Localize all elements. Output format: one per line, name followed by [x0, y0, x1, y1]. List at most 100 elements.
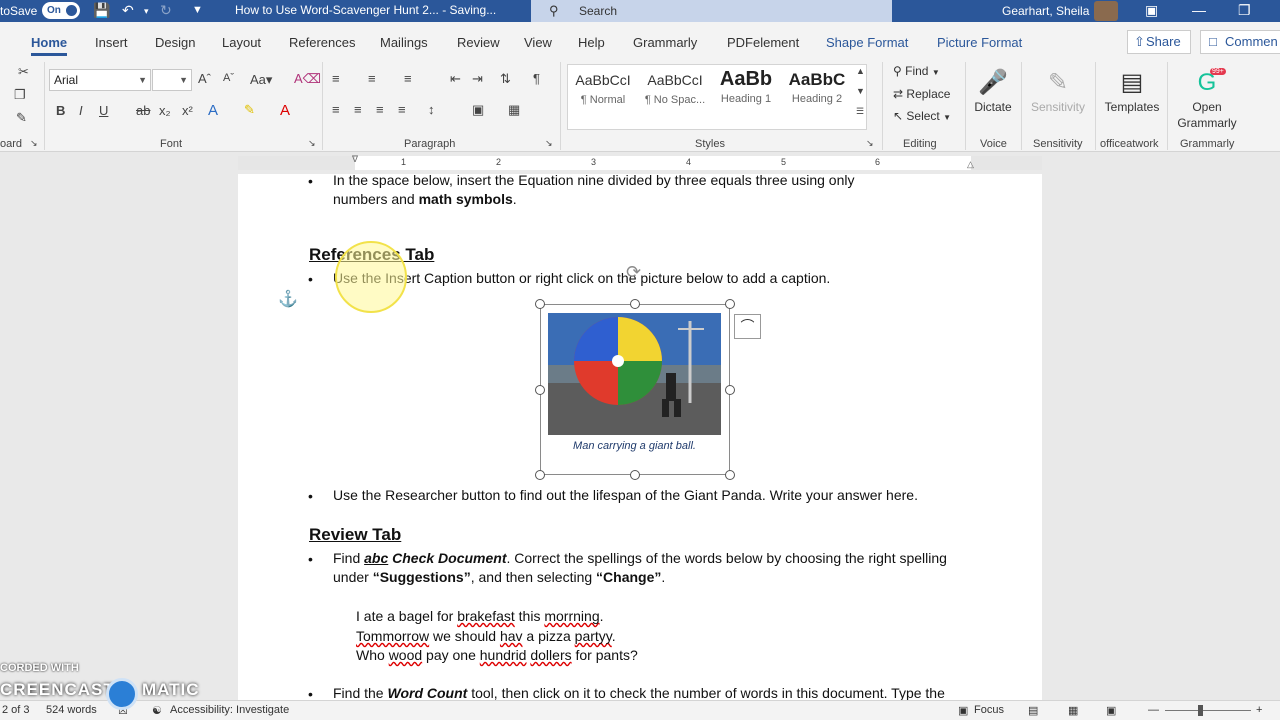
spelling-sentence[interactable]: I ate a bagel for brakefast this morrnin…: [356, 608, 604, 624]
focus-button[interactable]: Focus: [974, 704, 1004, 716]
strikethrough-button[interactable]: ab: [136, 103, 150, 118]
resize-handle[interactable]: [535, 299, 545, 309]
indent-marker-icon[interactable]: ∇: [352, 154, 358, 165]
tab-view[interactable]: View: [524, 35, 552, 50]
tab-design[interactable]: Design: [155, 35, 195, 50]
copy-icon[interactable]: ❐: [14, 87, 26, 103]
save-icon[interactable]: 💾: [93, 2, 110, 19]
numbering-icon[interactable]: ≡: [368, 71, 376, 86]
align-center-icon[interactable]: ≡: [354, 102, 362, 117]
open-grammarly-button[interactable]: G 99+ Open Grammarly: [1175, 66, 1239, 130]
picture-caption[interactable]: Man carrying a giant ball.: [548, 440, 721, 452]
paragraph-check-document[interactable]: Find abc Check Document. Correct the spe…: [333, 549, 947, 587]
styles-launcher-icon[interactable]: ↘: [866, 138, 874, 149]
zoom-slider[interactable]: [1165, 710, 1251, 711]
resize-handle[interactable]: [535, 385, 545, 395]
tab-shape-format[interactable]: Shape Format: [826, 35, 908, 50]
tab-references[interactable]: References: [289, 35, 355, 50]
paragraph-researcher[interactable]: Use the Researcher button to find out th…: [333, 486, 918, 505]
document-title[interactable]: How to Use Word-Scavenger Hunt 2... - Sa…: [235, 3, 496, 17]
rotate-handle-icon[interactable]: ⟳: [626, 262, 641, 283]
subscript-button[interactable]: x₂: [159, 103, 171, 118]
font-launcher-icon[interactable]: ↘: [308, 138, 316, 149]
ribbon-display-icon[interactable]: ▣: [1145, 2, 1158, 19]
styles-scroll-up-icon[interactable]: ▲: [856, 66, 865, 76]
resize-handle[interactable]: [535, 470, 545, 480]
sensitivity-button[interactable]: ✎ Sensitivity: [1027, 66, 1089, 114]
superscript-button[interactable]: x²: [182, 103, 193, 118]
cut-icon[interactable]: ✂: [18, 64, 29, 80]
tab-layout[interactable]: Layout: [222, 35, 261, 50]
paragraph-launcher-icon[interactable]: ↘: [545, 138, 553, 149]
heading-review-tab[interactable]: Review Tab: [309, 525, 401, 545]
misspelled-word[interactable]: partyy: [575, 628, 612, 644]
italic-button[interactable]: I: [79, 103, 83, 118]
comments-button[interactable]: □ Commen: [1200, 30, 1280, 54]
customize-toolbar-icon[interactable]: ▼: [192, 4, 203, 16]
change-case-icon[interactable]: Aa▾: [250, 72, 272, 88]
align-left-icon[interactable]: ≡: [332, 102, 340, 117]
align-right-icon[interactable]: ≡: [376, 102, 384, 117]
misspelled-word[interactable]: hav: [500, 628, 523, 644]
font-name-box[interactable]: Arial ▼: [49, 69, 151, 91]
zoom-slider-thumb[interactable]: [1198, 705, 1203, 716]
misspelled-word[interactable]: wood: [389, 647, 422, 663]
styles-more-icon[interactable]: ☰: [856, 106, 864, 117]
resize-handle[interactable]: [630, 470, 640, 480]
tab-home[interactable]: Home: [31, 35, 68, 56]
templates-button[interactable]: ▤ Templates: [1101, 66, 1163, 114]
tab-grammarly[interactable]: Grammarly: [633, 35, 697, 50]
print-layout-icon[interactable]: ▦: [1068, 704, 1078, 717]
undo-dropdown-icon[interactable]: ▾: [144, 6, 149, 17]
find-button[interactable]: ⚲ Find ▼: [893, 64, 940, 78]
read-mode-icon[interactable]: ▤: [1028, 704, 1038, 717]
share-button[interactable]: ⇧ Share: [1127, 30, 1191, 54]
tab-help[interactable]: Help: [578, 35, 605, 50]
show-formatting-icon[interactable]: ¶: [533, 71, 540, 86]
web-layout-icon[interactable]: ▣: [1106, 704, 1116, 717]
shrink-font-icon[interactable]: Aˇ: [223, 72, 234, 84]
styles-scroll-down-icon[interactable]: ▼: [856, 86, 865, 96]
right-indent-marker-icon[interactable]: △: [967, 159, 974, 170]
anchor-icon[interactable]: ⚓: [278, 289, 298, 309]
zoom-in-icon[interactable]: +: [1256, 704, 1262, 716]
tab-picture-format[interactable]: Picture Format: [937, 35, 1022, 50]
resize-handle[interactable]: [630, 299, 640, 309]
paragraph-caption-instruction[interactable]: Use the Insert Caption button or right c…: [333, 269, 830, 288]
text-effects-icon[interactable]: A: [208, 102, 218, 119]
dictate-button[interactable]: 🎤 Dictate: [973, 66, 1013, 114]
shading-icon[interactable]: ▣: [472, 102, 484, 118]
tab-insert[interactable]: Insert: [95, 35, 128, 50]
font-size-box[interactable]: ▼: [152, 69, 192, 91]
avatar[interactable]: [1094, 1, 1118, 21]
replace-button[interactable]: ⇄ Replace: [893, 87, 950, 101]
justify-icon[interactable]: ≡: [398, 102, 406, 117]
clipboard-launcher-icon[interactable]: ↘: [30, 138, 38, 149]
misspelled-word[interactable]: hundrid: [480, 647, 527, 663]
bullets-icon[interactable]: ≡: [332, 71, 340, 86]
paragraph-equation[interactable]: In the space below, insert the Equation …: [333, 174, 854, 209]
autosave-toggle[interactable]: On: [42, 2, 80, 19]
spelling-sentence[interactable]: Who wood pay one hundrid dollers for pan…: [356, 647, 638, 663]
redo-icon[interactable]: ↻: [160, 2, 172, 19]
search-box[interactable]: ⚲ Search: [531, 0, 892, 22]
misspelled-word[interactable]: Tommorrow: [356, 628, 429, 644]
resize-handle[interactable]: [725, 385, 735, 395]
tab-pdfelement[interactable]: PDFelement: [727, 35, 799, 50]
spelling-sentence[interactable]: Tommorrow we should hav a pizza partyy.: [356, 628, 616, 644]
zoom-out-icon[interactable]: —: [1148, 704, 1159, 716]
paragraph-word-count[interactable]: Find the Word Count tool, then click on …: [333, 684, 945, 700]
misspelled-word[interactable]: morrning: [544, 608, 599, 624]
restore-icon[interactable]: ❐: [1238, 2, 1251, 19]
misspelled-word[interactable]: brakefast: [457, 608, 515, 624]
user-name[interactable]: Gearhart, Sheila: [1002, 4, 1089, 18]
multilevel-list-icon[interactable]: ≡: [404, 71, 412, 86]
undo-icon[interactable]: ↶: [122, 2, 134, 19]
format-painter-icon[interactable]: ✎: [16, 110, 27, 126]
horizontal-ruler[interactable]: 1 2 3 4 5 6 ∇ △: [238, 154, 1042, 170]
style-normal[interactable]: AaBbCcI ¶ Normal: [568, 72, 638, 106]
layout-options-icon[interactable]: ⌒: [734, 314, 761, 339]
resize-handle[interactable]: [725, 470, 735, 480]
clear-formatting-icon[interactable]: A⌫: [294, 71, 321, 87]
style-heading-1[interactable]: AaBb Heading 1: [711, 68, 781, 105]
